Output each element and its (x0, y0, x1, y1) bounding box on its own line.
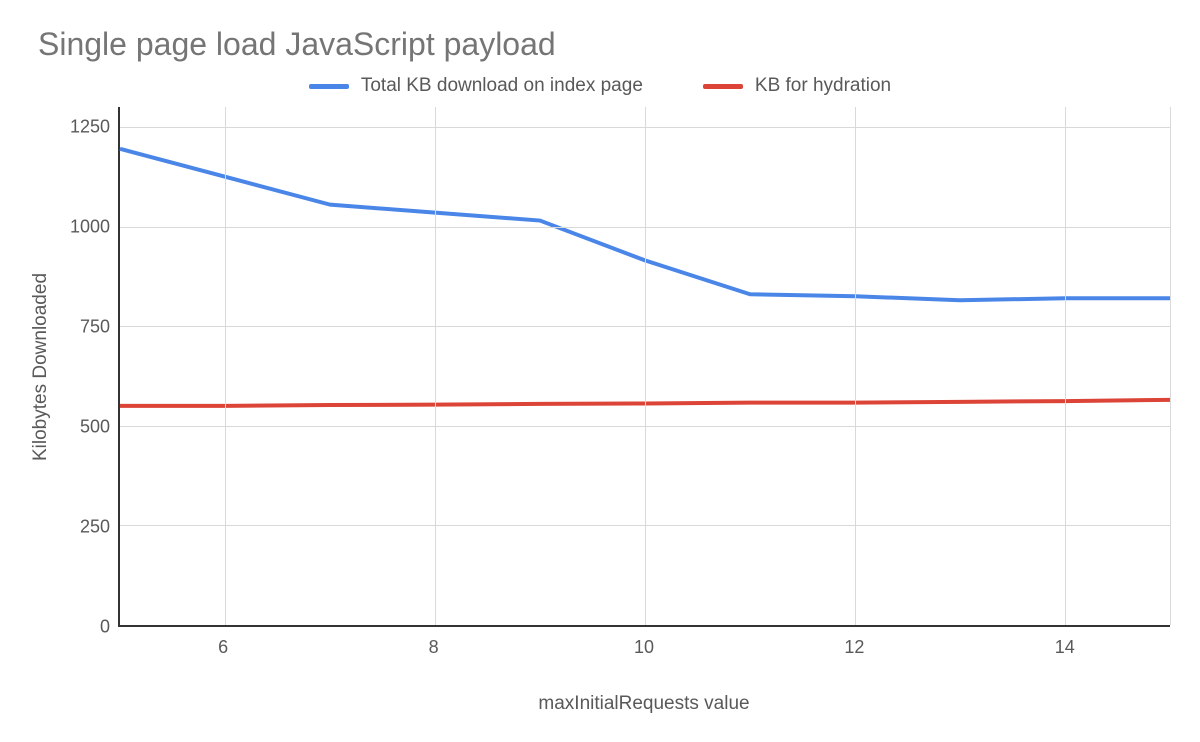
x-tick: 8 (429, 637, 439, 658)
gridline-v (1065, 107, 1066, 625)
x-tick: 10 (634, 637, 654, 658)
x-tick: 6 (218, 637, 228, 658)
x-axis-row: 6 8 10 12 14 (118, 637, 1170, 665)
legend-label-hydration: KB for hydration (755, 75, 891, 97)
legend-swatch-blue (309, 84, 349, 89)
x-axis-label: maxInitialRequests value (118, 693, 1170, 715)
legend-label-total: Total KB download on index page (361, 75, 643, 97)
plot-region (118, 107, 1170, 627)
x-tick: 12 (844, 637, 864, 658)
gridline-v (225, 107, 226, 625)
chart-title: Single page load JavaScript payload (38, 26, 1170, 63)
gridline-v (645, 107, 646, 625)
y-tick: 1000 (70, 217, 110, 238)
chart-container: Single page load JavaScript payload Tota… (0, 0, 1200, 742)
x-tick: 14 (1055, 637, 1075, 658)
x-axis: 6 8 10 12 14 (118, 637, 1170, 665)
legend-item-hydration: KB for hydration (703, 75, 891, 97)
gridline-v (855, 107, 856, 625)
y-axis-label: Kilobytes Downloaded (30, 107, 56, 627)
legend-item-total: Total KB download on index page (309, 75, 643, 97)
y-tick: 500 (80, 417, 110, 438)
plot-area: Kilobytes Downloaded 025050075010001250 (30, 107, 1170, 627)
y-tick: 250 (80, 517, 110, 538)
y-tick: 0 (100, 617, 110, 638)
y-axis: 025050075010001250 (62, 107, 118, 627)
y-tick: 750 (80, 317, 110, 338)
gridline-v (435, 107, 436, 625)
legend-swatch-red (703, 84, 743, 89)
gridline-v (1170, 107, 1171, 625)
y-tick: 1250 (70, 117, 110, 138)
legend: Total KB download on index page KB for h… (30, 75, 1170, 97)
